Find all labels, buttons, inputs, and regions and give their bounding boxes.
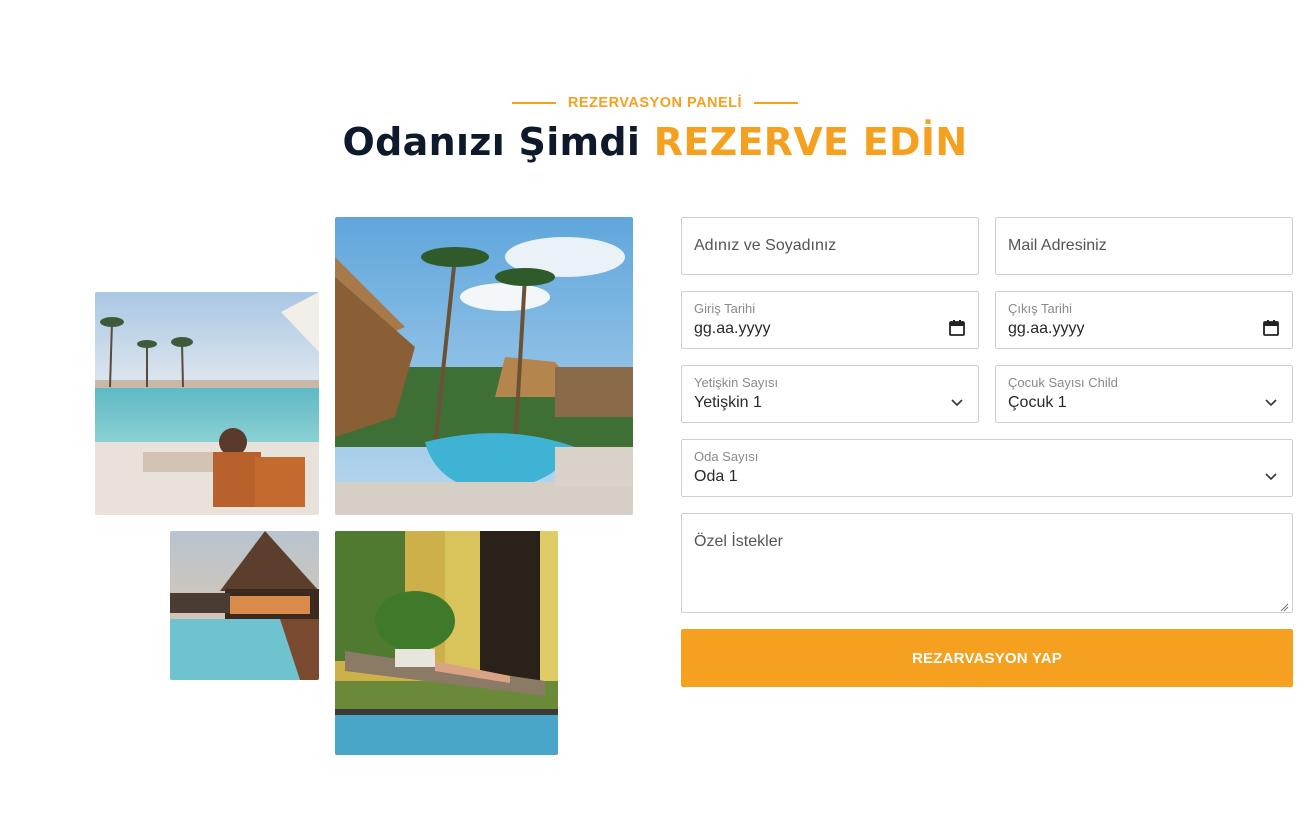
eyebrow-text: REZERVASYON PANELİ [567,95,743,111]
resize-handle-icon[interactable] [1279,599,1289,612]
child-count-select[interactable]: Çocuk Sayısı Child Çocuk 1 [995,365,1293,423]
gallery-image-lodge-pool [170,531,319,680]
eyebrow-line-left [511,102,556,104]
special-requests-textarea[interactable]: Özel İstekler [681,513,1293,613]
room-count-select[interactable]: Oda Sayısı Oda 1 [681,439,1293,497]
checkout-value: gg.aa.yyyy [1008,320,1085,337]
gallery-image-lounger-pool [335,531,558,755]
room-count-value: Oda 1 [694,468,738,485]
calendar-icon[interactable] [948,319,966,337]
section-title-accent: REZERVE EDİN [653,120,968,164]
gallery-image-tropical-pool [335,217,633,515]
adult-count-select[interactable]: Yetişkin Sayısı Yetişkin 1 [681,365,979,423]
section-title-main: Odanızı Şimdi [342,120,641,164]
child-count-label: Çocuk Sayısı Child [1008,375,1118,390]
special-requests-placeholder: Özel İstekler [694,533,783,550]
checkin-date-field[interactable]: Giriş Tarihi gg.aa.yyyy [681,291,979,349]
checkout-date-field[interactable]: Çıkış Tarihi gg.aa.yyyy [995,291,1293,349]
section-eyebrow: REZERVASYON PANELİ [0,93,1310,113]
name-placeholder: Adınız ve Soyadınız [694,237,837,254]
adult-count-value: Yetişkin 1 [694,394,762,411]
gallery-image-beach-pool [95,292,319,515]
checkout-label: Çıkış Tarihi [1008,301,1073,316]
chevron-down-icon [1262,467,1280,485]
submit-reservation-button[interactable]: REZARVASYON YAP [681,629,1293,687]
chevron-down-icon [1262,393,1280,411]
eyebrow-line-right [754,102,799,104]
checkin-value: gg.aa.yyyy [694,320,771,337]
section-title: Odanızı Şimdi REZERVE EDİN [0,120,1310,164]
child-count-value: Çocuk 1 [1008,394,1067,411]
room-count-label: Oda Sayısı [694,449,759,464]
email-field[interactable]: Mail Adresiniz [995,217,1293,275]
chevron-down-icon [948,393,966,411]
checkin-label: Giriş Tarihi [694,301,756,316]
adult-count-label: Yetişkin Sayısı [694,375,779,390]
calendar-icon[interactable] [1262,319,1280,337]
email-placeholder: Mail Adresiniz [1008,237,1107,254]
name-field[interactable]: Adınız ve Soyadınız [681,217,979,275]
